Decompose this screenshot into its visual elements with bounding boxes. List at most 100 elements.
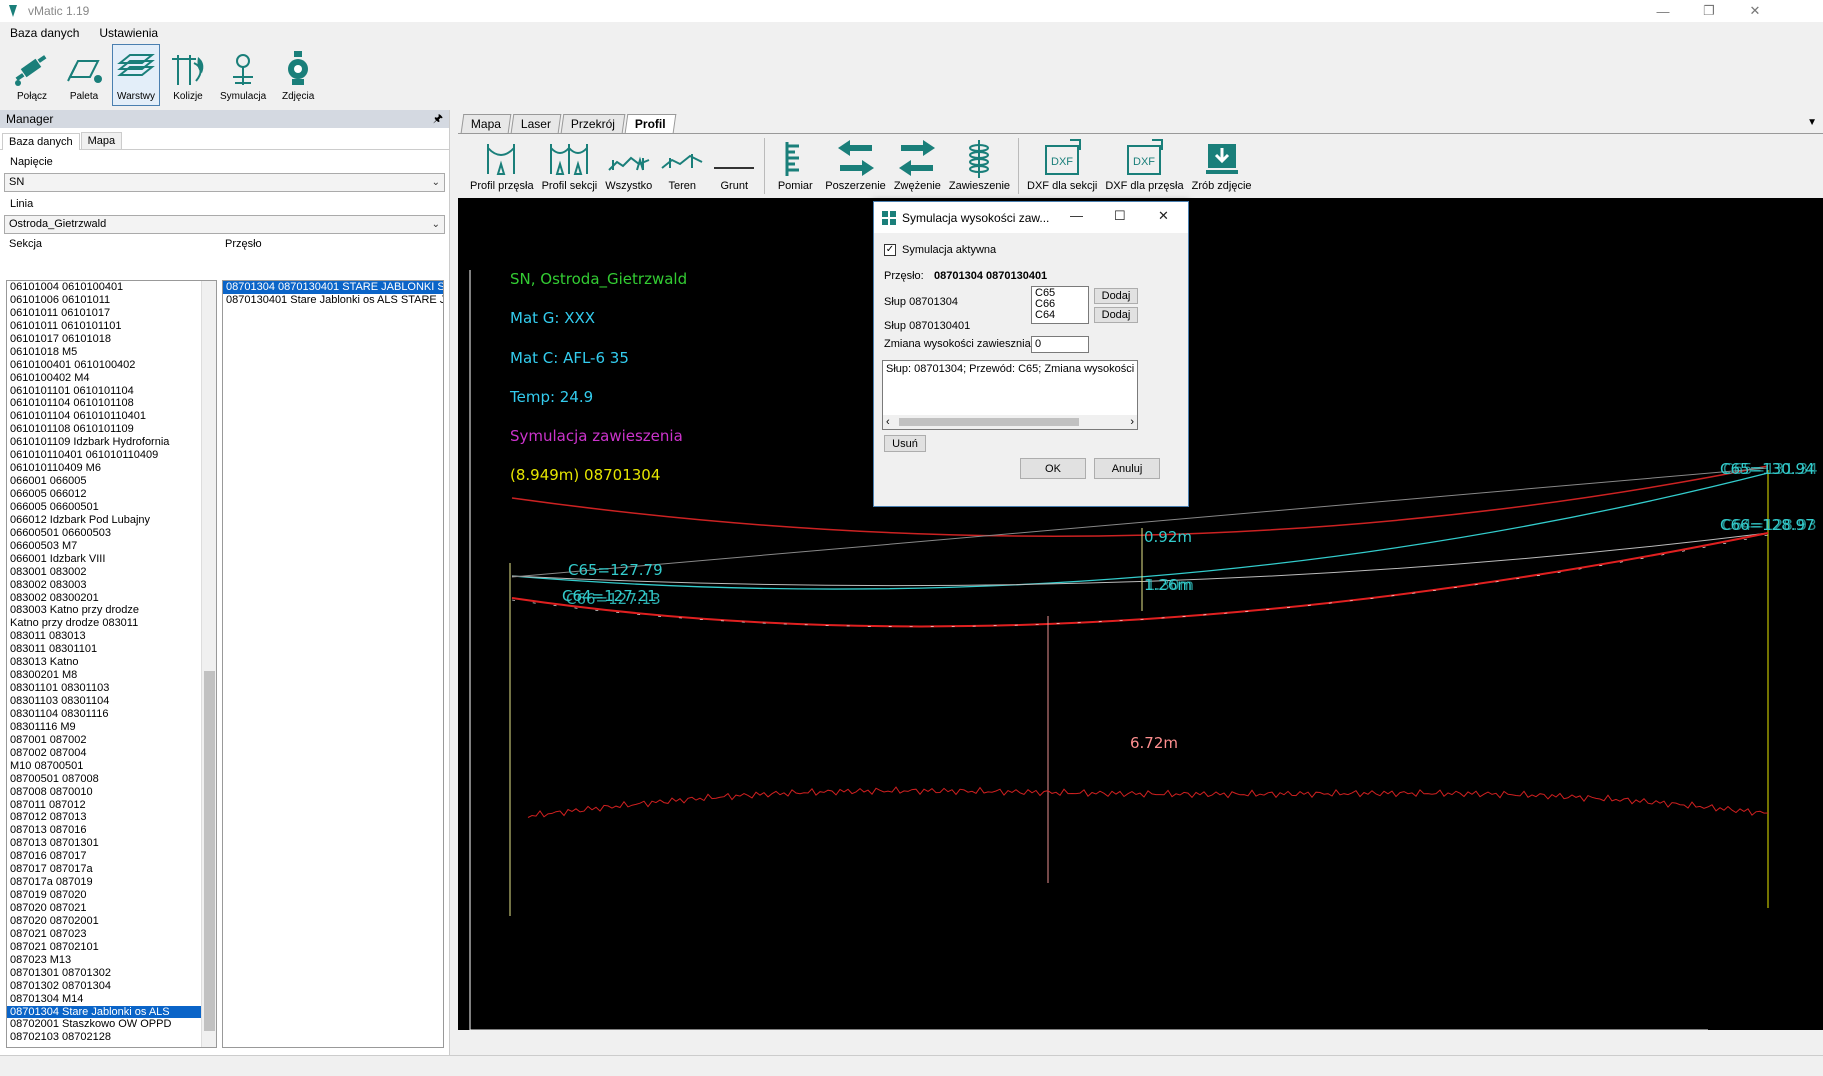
profil-przesla-button[interactable]: Profil przęsła [466,135,538,192]
sekcja-list-item[interactable]: 087020 08702001 [7,915,216,928]
sekcja-list-item[interactable]: 06101011 0610101101 [7,320,216,333]
sekcja-list-item[interactable]: 087001 087002 [7,734,216,747]
sekcja-list-item[interactable]: 06101011 06101017 [7,307,216,320]
sekcja-list-item[interactable]: 06101017 06101018 [7,333,216,346]
simulation-active-checkbox[interactable]: ✓ [884,244,896,256]
tab-mapa[interactable]: Mapa [80,132,123,149]
sekcja-list-item[interactable]: 087016 087017 [7,850,216,863]
dialog-maximize-button[interactable]: ☐ [1114,208,1126,224]
sekcja-list-item[interactable]: 066012 Idzbark Pod Lubajny [7,514,216,527]
sekcja-list-item[interactable]: 08702103 08702128 [7,1031,216,1044]
tab-baza-danych[interactable]: Baza danych [2,133,80,150]
minimize-button[interactable]: — [1640,0,1686,22]
tab-laser[interactable]: Laser [510,114,562,133]
zrob-zdjecie-button[interactable]: Zrób zdjęcie [1188,135,1256,192]
sekcja-list-item[interactable]: 083013 Katno [7,656,216,669]
sekcja-list-item[interactable]: 08700501 087008 [7,773,216,786]
collisions-button[interactable]: Kolizje [164,44,212,106]
sekcja-list-item[interactable]: 08702001 Staszkowo OW OPPD [7,1018,216,1031]
sekcja-list-item[interactable]: 061010110409 M6 [7,462,216,475]
dodaj-slup1-button[interactable]: Dodaj [1094,288,1138,304]
sekcja-list-item[interactable]: 08301103 08301104 [7,695,216,708]
sekcja-list-item[interactable]: 06600503 M7 [7,540,216,553]
sekcja-list-item[interactable]: 083002 083003 [7,579,216,592]
sekcja-list-item[interactable]: 087011 087012 [7,799,216,812]
zwezenie-button[interactable]: Zwężenie [890,135,945,192]
sekcja-list-item[interactable]: 087017 087017a [7,863,216,876]
sekcja-list-item[interactable]: 083002 08300201 [7,592,216,605]
sekcja-list-item[interactable]: 087019 087020 [7,889,216,902]
sekcja-list-item[interactable]: 087021 08702101 [7,941,216,954]
scroll-right-icon[interactable]: › [1130,416,1134,428]
sekcja-list-item[interactable]: 06101018 M5 [7,346,216,359]
sekcja-list-item[interactable]: 087023 M13 [7,954,216,967]
sekcja-list-item[interactable]: 0610101104 0610101108 [7,397,216,410]
przeslo-list-item[interactable]: 08701304 0870130401 STARE JABLONKI S [223,281,443,294]
sekcja-list-item[interactable]: 0610101109 Idzbark Hydrofornia [7,436,216,449]
zmiana-input[interactable]: 0 [1031,336,1089,353]
grunt-button[interactable]: Grunt [708,135,760,192]
sekcja-list-item[interactable]: 0610100401 0610100402 [7,359,216,372]
sekcja-list-item[interactable]: 066001 066005 [7,475,216,488]
sekcja-list-item[interactable]: M10 08700501 [7,760,216,773]
zawieszenie-button[interactable]: Zawieszenie [945,135,1014,192]
sekcja-list-item[interactable]: 08701302 08701304 [7,980,216,993]
log-scroll-thumb[interactable] [899,418,1079,426]
napiecie-select[interactable]: SN ⌄ [4,173,445,192]
tab-przekroj[interactable]: Przekrój [560,114,626,133]
palette-button[interactable]: Paleta [60,44,108,106]
sekcja-list-item[interactable]: 08701301 08701302 [7,967,216,980]
sekcja-list-item[interactable]: 0610101108 0610101109 [7,423,216,436]
wszystko-button[interactable]: Wszystko [601,135,656,192]
ok-button[interactable]: OK [1020,458,1086,479]
sekcja-list-item[interactable]: 087017a 087019 [7,876,216,889]
sekcja-list-item[interactable]: 087013 08701301 [7,837,216,850]
profil-sekcji-button[interactable]: Profil sekcji [538,135,602,192]
sekcja-list-item[interactable]: 08301116 M9 [7,721,216,734]
sekcja-list-item[interactable]: Katno przy drodze 083011 [7,617,216,630]
conductor-list[interactable]: C65 C66 C64 [1031,286,1089,324]
sekcja-list-item[interactable]: 061010110401 061010110409 [7,449,216,462]
tab-profil[interactable]: Profil [624,114,677,133]
poszerzenie-button[interactable]: Poszerzenie [821,135,890,192]
sekcja-list-item[interactable]: 0610101104 061010110401 [7,410,216,423]
menu-baza-danych[interactable]: Baza danych [0,26,89,40]
restore-button[interactable]: ❐ [1686,0,1732,22]
sekcja-list-item[interactable]: 083011 08301101 [7,643,216,656]
sekcja-list-item[interactable]: 08701304 Stare Jablonki os ALS [7,1005,216,1019]
sekcja-list-item[interactable]: 0610100402 M4 [7,372,216,385]
sekcja-list-item[interactable]: 066005 066012 [7,488,216,501]
sekcja-list-item[interactable]: 083011 083013 [7,630,216,643]
sekcja-list-item[interactable]: 06600501 06600503 [7,527,216,540]
dxf-przesla-button[interactable]: DXF DXF dla przęsła [1101,135,1187,192]
sekcja-list-item[interactable]: 083001 083002 [7,566,216,579]
simulation-button[interactable]: Symulacja [216,44,270,106]
dodaj-slup2-button[interactable]: Dodaj [1094,307,1138,323]
sekcja-list-item[interactable]: 06101004 0610100401 [7,281,216,294]
sekcja-list-item[interactable]: 066005 06600501 [7,501,216,514]
dialog-minimize-button[interactable]: — [1070,208,1083,223]
log-hscroll[interactable]: ‹ › [883,415,1137,429]
pin-icon[interactable]: 🖈 [433,110,443,128]
sekcja-list-item[interactable]: 083003 Katno przy drodze [7,604,216,617]
dialog-close-button[interactable]: ✕ [1158,208,1169,224]
linia-select[interactable]: Ostroda_Gietrzwald ⌄ [4,215,445,234]
sekcja-list-item[interactable]: 08301101 08301103 [7,682,216,695]
sekcja-list-item[interactable]: 0610101101 0610101104 [7,385,216,398]
changes-log[interactable]: Słup: 08701304; Przewód: C65; Zmiana wys… [882,360,1138,430]
sekcja-list-item[interactable]: 087013 087016 [7,824,216,837]
sekcja-list-item[interactable]: 087002 087004 [7,747,216,760]
sekcja-list-item[interactable]: 06101006 06101011 [7,294,216,307]
sekcja-list[interactable]: 06101004 0610100401 06101006 06101011 0610… [6,280,217,1048]
close-button[interactable]: ✕ [1732,0,1778,22]
sekcja-list-item[interactable]: 08701304 M14 [7,993,216,1006]
tab-mapa-view[interactable]: Mapa [460,114,512,133]
sekcja-list-item[interactable]: 066001 Idzbark VIII [7,553,216,566]
scroll-left-icon[interactable]: ‹ [886,416,890,428]
conductor-item[interactable]: C64 [1035,310,1088,321]
teren-button[interactable]: Teren [656,135,708,192]
sekcja-list-item[interactable]: 087012 087013 [7,811,216,824]
usun-button[interactable]: Usuń [884,435,926,452]
sekcja-list-item[interactable]: 087008 0870010 [7,786,216,799]
photos-button[interactable]: Zdjęcia [274,44,322,106]
